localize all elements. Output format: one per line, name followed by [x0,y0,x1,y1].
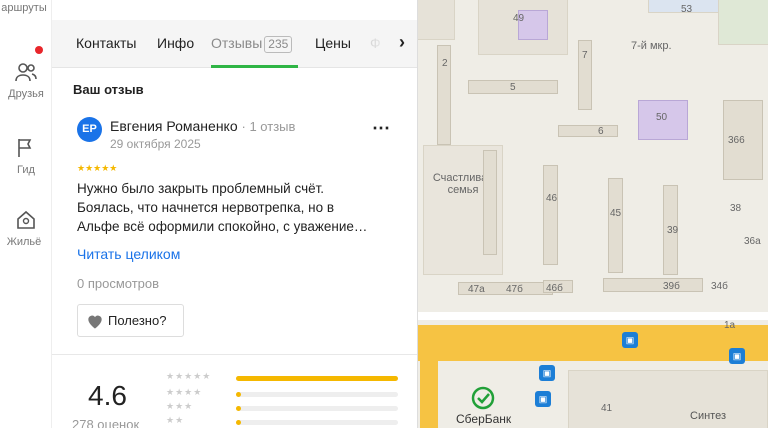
review-text-line: Боялась, что начнется нервотрепка, но в [77,200,335,215]
rail-item-housing[interactable]: Жильё [0,208,52,248]
map-label: 46 [546,193,558,204]
map-label: 45 [610,208,622,219]
main-road [420,360,438,428]
ratings-count: 278 оценок [72,417,140,428]
distribution-stars: ★★★★ [166,387,203,397]
map-park [718,0,768,45]
useful-label: Полезно? [108,313,167,328]
distribution-track [236,406,398,411]
more-options-icon[interactable]: ⋯ [372,118,391,139]
map-label: 5 [510,82,516,93]
map-label: 39 [667,225,679,236]
map-road [418,312,768,320]
map-label: 47а [468,284,485,295]
rail-item-routes[interactable]: аршруты [0,2,52,14]
map-block [418,0,455,40]
heart-icon [88,315,102,329]
tab-contacts[interactable]: Контакты [76,35,136,51]
main-road [418,325,768,361]
distribution-fill [236,376,398,381]
tab-info[interactable]: Инфо [157,35,194,51]
views-count: 0 просмотров [77,276,160,291]
distribution-fill [236,406,241,411]
map-label: 1а [724,320,736,331]
map-label: 36а [744,236,761,247]
avatar[interactable]: ЕР [77,117,102,142]
map-label: 41 [601,403,613,414]
reviews-count-badge: 235 [264,36,293,53]
tab-fade [352,20,392,67]
map-label: 46б [546,283,563,294]
distribution-stars: ★★★★★ [166,371,212,381]
map-label: 366 [728,135,745,146]
map-label: 7-й мкр. [631,40,672,52]
review-author[interactable]: Евгения Романенко · 1 отзыв [110,118,295,134]
map-label: 47б [506,284,523,295]
map-label: 34б [711,281,728,292]
author-name: Евгения Романенко [110,118,238,134]
review-stars: ★★★★★ [77,163,118,173]
flag-icon [18,139,32,157]
map-label: 38 [730,203,742,214]
bus-stop-icon[interactable]: ▣ [729,348,745,364]
distribution-track [236,420,398,425]
app-root: аршруты Друзья Гид Жильё Контакты Инфо О… [0,0,768,428]
organization-panel: Контакты Инфо Отзывы235 Цены Ф › Ваш отз… [52,0,417,428]
map-building [543,165,558,265]
distribution-track [236,376,398,381]
map-label: 53 [681,4,693,15]
distribution-stars: ★★★ [166,401,194,411]
metro-icon[interactable]: ▣ [539,365,555,381]
tab-bar: Контакты Инфо Отзывы235 Цены Ф › [52,20,417,68]
review-text: Нужно было закрыть проблемный счёт. Боял… [77,179,397,236]
review-text-line: Нужно было закрыть проблемный счёт. [77,181,325,196]
tab-reviews-label: Отзывы [211,35,263,51]
average-rating: 4.6 [88,380,127,411]
map-label: 50 [656,112,668,123]
tab-reviews[interactable]: Отзывы 235 [211,35,293,53]
friends-icon [15,63,37,82]
rail-item-label: Друзья [8,88,44,100]
map-label: 39б [663,281,680,292]
map[interactable]: 49 53 7-й мкр. 2 7 5 50 6 366 Счастливая… [417,0,768,428]
tab-prices[interactable]: Цены [315,35,351,51]
map-building [603,278,703,292]
map-building [608,178,623,273]
distribution-fill [236,420,241,425]
map-label: 7 [582,50,588,61]
bus-stop-icon[interactable]: ▣ [535,391,551,407]
notification-dot [35,46,43,54]
distribution-stars: ★★ [166,415,185,425]
rail-item-label: аршруты [1,2,47,14]
house-icon [17,210,35,229]
bus-stop-icon[interactable]: ▣ [622,332,638,348]
rail-item-label: Гид [17,164,35,176]
map-label[interactable]: СберБанк [456,412,511,426]
map-building [558,125,618,137]
map-block [568,370,768,428]
rail-item-guide[interactable]: Гид [0,136,52,176]
map-label: Синтез [690,410,726,422]
section-title: Ваш отзыв [73,82,144,97]
rail-item-friends[interactable]: Друзья [0,60,52,100]
distribution-track [236,392,398,397]
chevron-right-icon[interactable]: › [399,32,405,53]
review-date: 29 октября 2025 [110,137,201,151]
map-label: 6 [598,126,604,137]
map-label: 49 [513,13,525,24]
read-more-link[interactable]: Читать целиком [77,246,180,262]
divider [52,354,417,355]
map-label: 2 [442,58,448,69]
distribution-fill [236,392,241,397]
map-building [483,150,497,255]
review-text-line: Альфе всё оформили спокойно, с уважение… [77,219,368,234]
author-review-count: · 1 отзыв [241,119,296,134]
sberbank-logo[interactable] [471,386,495,410]
active-tab-indicator [211,65,298,68]
left-rail: аршруты Друзья Гид Жильё [0,0,52,428]
useful-button[interactable]: Полезно? [77,304,184,337]
rail-item-label: Жильё [6,236,42,248]
